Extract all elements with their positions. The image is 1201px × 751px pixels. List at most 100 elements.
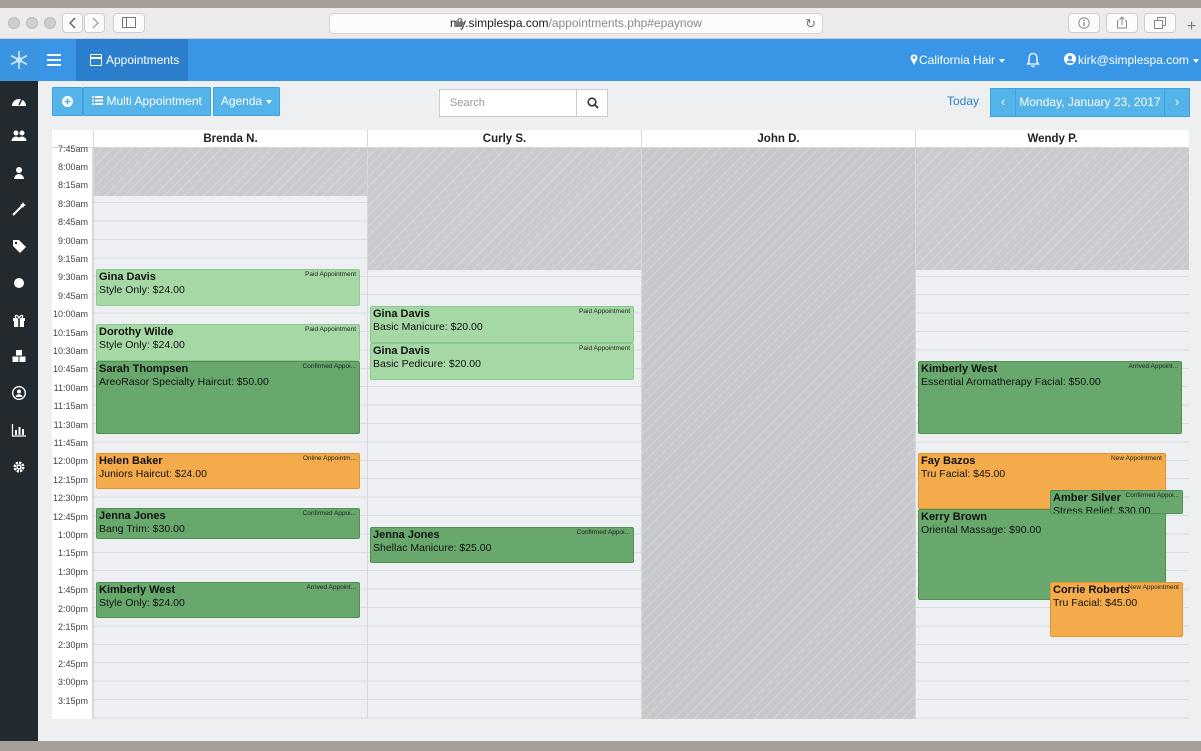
time-label: 11:45am [53,437,88,448]
multi-appointment-button[interactable]: Multi Appointment [83,87,211,116]
staff-header-john: John D. [641,130,915,148]
share-icon [1117,16,1127,29]
day-column-john[interactable] [641,148,915,719]
appointment-block[interactable]: Jenna Jones Shellac Manicure: $25.00 Confi… [370,527,634,563]
time-label: 1:00pm [57,529,88,540]
magic-wand-icon[interactable] [11,202,27,216]
back-button[interactable] [62,13,83,33]
appointment-service: Bang Trim: $30.00 [99,523,185,535]
time-label: 1:15pm [57,548,88,559]
time-label: 7:45am [57,143,88,154]
calendar-grid: Brenda N. Curly S. John D. Wendy P. 7:45… [52,130,1189,719]
new-tab-button[interactable]: + [1182,17,1201,39]
url-path: /appointments.php#epaynow [548,16,702,30]
appointment-block[interactable]: Sarah Thompsen AreoRasor Specialty Haircu… [96,361,360,434]
appointment-block[interactable]: Corrie Roberts Tru Facial: $45.00 New Appo… [1050,582,1183,637]
tag-icon[interactable] [11,239,27,253]
info-button[interactable] [1068,13,1100,33]
location-dropdown[interactable]: California Hair [910,39,1006,81]
time-label: 12:30pm [52,493,88,504]
time-label: 2:45pm [57,658,88,669]
appointment-status: Paid Appointment [305,271,356,278]
agenda-dropdown-button[interactable]: Agenda [213,87,280,116]
time-label: 3:00pm [57,677,88,688]
appointment-block[interactable]: Gina Davis Style Only: $24.00 Paid Appoint… [96,269,360,306]
appointment-service: Essential Aromatherapy Facial: $50.00 [921,376,1101,388]
search-icon [587,97,599,109]
current-date-label[interactable]: Monday, January 23, 2017 [1016,89,1164,116]
appointment-service: Tru Facial: $45.00 [921,468,1006,480]
appointment-status: Confirmed Appoi... [576,529,630,536]
search-input[interactable] [439,89,577,117]
reload-icon[interactable]: ↻ [805,14,816,33]
appointment-status: Paid Appointment [579,345,630,352]
appointments-tab-label: Appointments [106,53,180,67]
zoom-window-button[interactable] [44,17,56,29]
previous-day-button[interactable]: ‹ [991,89,1016,116]
user-icon[interactable] [11,166,27,180]
day-column-curly[interactable]: Gina Davis Basic Manicure: $20.00 Paid App… [367,148,641,719]
cubes-icon[interactable] [11,349,27,363]
caret-down-icon [266,99,273,104]
appointment-service: AreoRasor Specialty Haircut: $50.00 [99,376,269,388]
close-window-button[interactable] [8,17,20,29]
appointment-service: Basic Pedicure: $20.00 [373,358,481,370]
time-label: 2:30pm [57,640,88,651]
appointment-service: Style Only: $24.00 [99,597,185,609]
appointment-service: Style Only: $24.00 [99,339,185,351]
minimize-window-button[interactable] [26,17,38,29]
appointment-service: Tru Facial: $45.00 [1053,597,1138,609]
appointment-block[interactable]: Dorothy Wilde Style Only: $24.00 Paid Appo… [96,324,360,361]
user-menu[interactable]: kirk@simplespa.com [1064,39,1199,81]
chevron-right-icon [91,17,99,29]
appointment-status: Confirmed Appoi... [1125,492,1179,499]
circle-icon[interactable] [11,276,27,290]
time-label: 10:45am [52,364,88,375]
day-column-brenda[interactable]: Gina Davis Style Only: $24.00 Paid Appoint… [93,148,367,719]
appointment-block[interactable]: Gina Davis Basic Pedicure: $20.00 Paid App… [370,343,634,380]
dashboard-icon[interactable] [11,94,27,108]
appointment-status: Paid Appointment [305,326,356,333]
user-circle-icon [1064,53,1076,65]
user-circle-icon[interactable] [11,386,27,400]
appointment-block[interactable]: Kimberly West Style Only: $24.00 Arrived A… [96,582,360,618]
plus-circle-icon [62,96,73,107]
share-button[interactable] [1106,13,1138,33]
forward-button[interactable] [84,13,105,33]
appointments-tab[interactable]: Appointments [76,39,188,81]
notifications-bell-icon[interactable] [1026,52,1040,68]
appointment-block[interactable]: Jenna Jones Bang Trim: $30.00 Confirmed Ap… [96,508,360,539]
next-day-button[interactable]: › [1164,89,1189,116]
calendar-icon [90,54,102,66]
appointment-status: Arrived Appoint... [1128,363,1179,370]
search-button[interactable] [576,89,608,117]
time-label: 1:45pm [57,585,88,596]
time-label: 11:30am [53,419,88,430]
time-label: 11:15am [53,401,88,412]
sidebar-toggle-button[interactable] [113,13,145,33]
menu-icon[interactable] [46,52,62,68]
add-appointment-button[interactable] [52,87,83,116]
logo[interactable] [0,39,38,81]
time-label: 11:00am [53,382,88,393]
tabs-button[interactable] [1144,13,1176,33]
day-column-wendy[interactable]: Kimberly West Essential Aromatherapy Faci… [915,148,1189,719]
address-bar[interactable]: my.simplespa.com/appointments.php#epayno… [329,13,823,34]
time-label: 12:00pm [52,456,88,467]
users-icon[interactable] [11,129,27,143]
appointment-block[interactable]: Amber Silver Stress Relief: $30.00 Confirm… [1050,490,1183,514]
gift-icon[interactable] [11,313,27,327]
appointment-service: Basic Manicure: $20.00 [373,321,483,333]
time-column: 7:45am 8:00am 8:15am 8:30am 8:45am 9:00am 9:15… [52,144,93,719]
bar-chart-icon[interactable] [11,423,27,437]
appointment-block[interactable]: Gina Davis Basic Manicure: $20.00 Paid App… [370,306,634,343]
gear-icon[interactable] [11,460,27,474]
appointment-block[interactable]: Helen Baker Juniors Haircut: $24.00 Online… [96,453,360,489]
user-email: kirk@simplespa.com [1078,53,1189,67]
appointment-block[interactable]: Kimberly West Essential Aromatherapy Faci… [918,361,1182,434]
appointment-service: Style Only: $24.00 [99,284,185,296]
appointment-status: Confirmed Appoi... [302,363,356,370]
window-frame [0,0,1201,8]
caret-down-icon [1192,58,1199,63]
today-link[interactable]: Today [947,94,979,108]
